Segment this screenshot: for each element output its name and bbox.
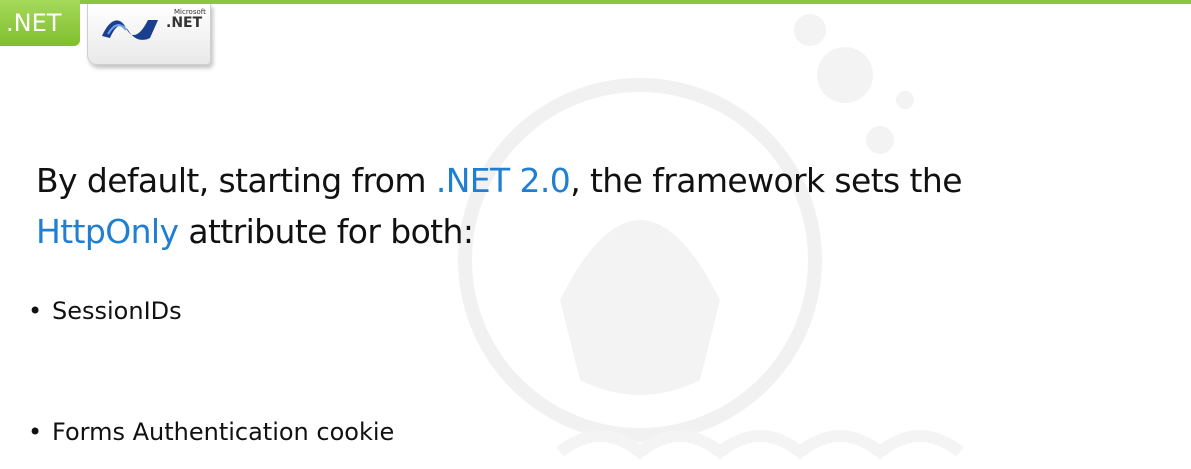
main-paragraph: By default, starting from .NET 2.0, the … bbox=[36, 155, 1176, 257]
list-item-label: SessionIDs bbox=[52, 297, 182, 325]
slide: .NET Microsoft .NET By default, starting… bbox=[0, 0, 1191, 469]
para-text-1: By default, starting from bbox=[36, 161, 436, 200]
dotnet-wave-icon bbox=[102, 20, 158, 40]
logo-net-text: .NET bbox=[166, 15, 203, 31]
slide-content: By default, starting from .NET 2.0, the … bbox=[36, 155, 1176, 257]
section-tab-label: .NET bbox=[0, 0, 80, 46]
highlight-httponly: HttpOnly bbox=[36, 212, 179, 251]
dotnet-logo: Microsoft .NET bbox=[87, 4, 211, 65]
para-text-3: attribute for both: bbox=[178, 212, 474, 251]
list-item-label: Forms Authentication cookie bbox=[52, 418, 395, 446]
list-item: • Forms Authentication cookie bbox=[28, 418, 394, 446]
para-text-2: , the framework sets the bbox=[570, 161, 962, 200]
bullet-dot: • bbox=[28, 418, 43, 446]
highlight-net-version: .NET 2.0 bbox=[435, 161, 571, 200]
list-item: • SessionIDs bbox=[28, 297, 182, 325]
bullet-dot: • bbox=[28, 297, 43, 325]
